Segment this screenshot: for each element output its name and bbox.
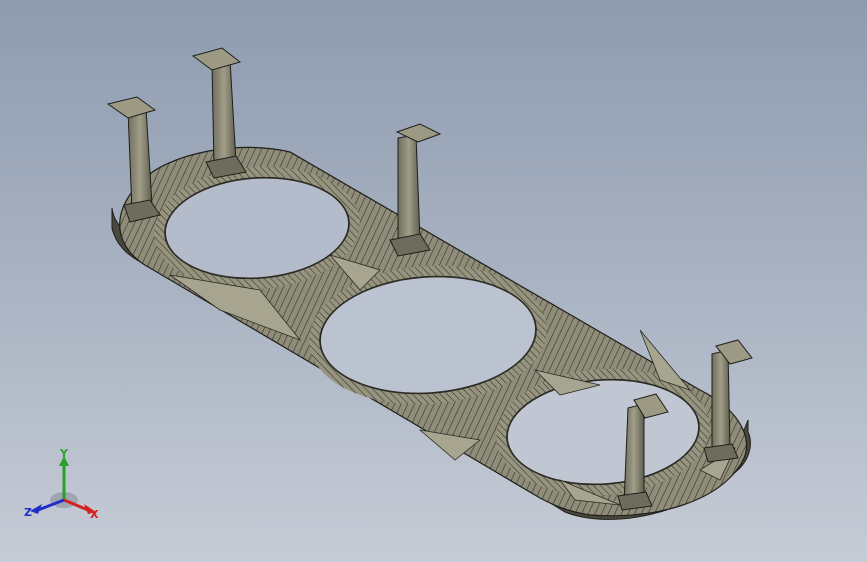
x-axis-label: X (90, 508, 99, 521)
3d-model-viewport[interactable]: Y X Z (0, 0, 867, 562)
y-axis-label: Y (59, 448, 69, 460)
model-canvas[interactable] (0, 0, 867, 562)
post-1[interactable] (106, 96, 161, 223)
orientation-triad[interactable]: Y X Z (22, 448, 106, 524)
z-axis-label: Z (24, 506, 32, 519)
